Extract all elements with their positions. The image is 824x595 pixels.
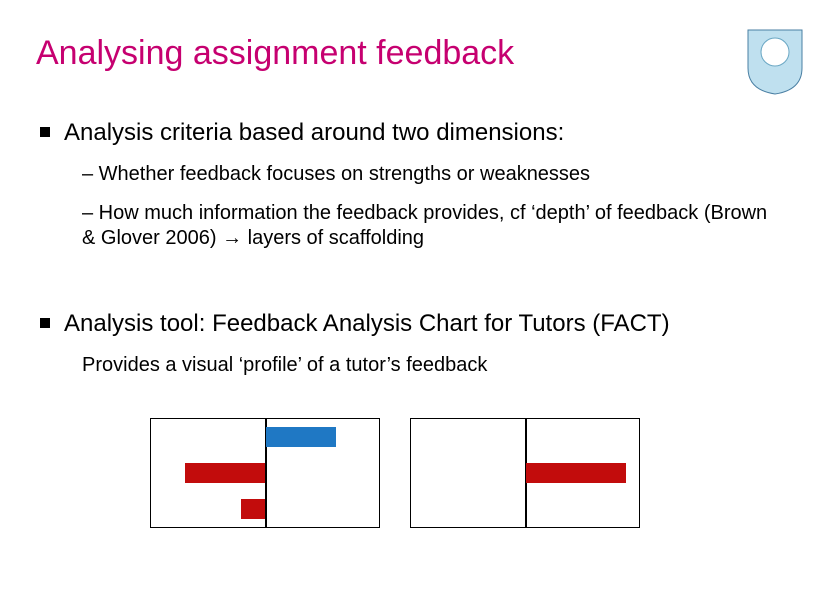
bullet-2: Analysis tool: Feedback Analysis Chart f… [40,309,780,339]
slide-body: Analysis criteria based around two dimen… [40,118,780,386]
chart-bar [266,427,336,447]
bullet-1-sub-2-text: – How much information the feedback prov… [82,201,780,251]
bullet-1-sub-1: – Whether feedback focuses on strengths … [82,162,780,187]
bullet-1: Analysis criteria based around two dimen… [40,118,780,148]
chart-bar [185,463,265,483]
bullet-2-description-text: Provides a visual ‘profile’ of a tutor’s… [82,353,780,378]
fact-chart-2 [410,418,640,528]
spacer [40,265,780,309]
fact-chart-1 [150,418,380,528]
slide: Analysing assignment feedback Analysis c… [0,0,824,595]
slide-title: Analysing assignment feedback [36,34,514,73]
chart-bar [526,463,626,483]
square-bullet-icon [40,318,50,328]
bullet-1-sub-1-text: – Whether feedback focuses on strengths … [82,162,780,187]
fact-charts [150,418,640,528]
bullet-2-description: Provides a visual ‘profile’ of a tutor’s… [82,353,780,378]
chart-bar [241,499,265,519]
bullet-1-sub-2: – How much information the feedback prov… [82,201,780,251]
ou-shield-logo [746,28,804,96]
square-bullet-icon [40,127,50,137]
bullet-2-text: Analysis tool: Feedback Analysis Chart f… [64,309,670,339]
bullet-1-text: Analysis criteria based around two dimen… [64,118,564,148]
